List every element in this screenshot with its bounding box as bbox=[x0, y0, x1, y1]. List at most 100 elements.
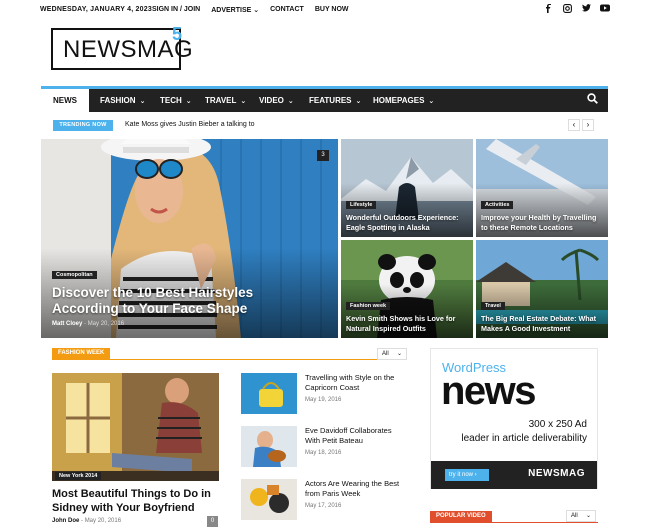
chevron-down-icon: ⌄ bbox=[585, 513, 591, 519]
comment-count[interactable]: 3 bbox=[317, 150, 329, 161]
facebook-icon[interactable] bbox=[543, 4, 553, 15]
category-badge[interactable]: Cosmopolitan bbox=[52, 271, 97, 279]
youtube-icon[interactable] bbox=[600, 4, 610, 15]
list-item-thumbnail[interactable] bbox=[241, 479, 297, 520]
hero-title-line: According to Your Face Shape bbox=[52, 301, 248, 316]
featured-article-image[interactable]: New York 2014 bbox=[52, 373, 219, 481]
list-item[interactable]: Eve Davidoff Collaborates With Petit Bate… bbox=[305, 426, 415, 456]
tile-title[interactable]: Improve your Health by Travelling to the… bbox=[481, 213, 596, 232]
tile-title[interactable]: Kevin Smith Shows his Love for Natural I… bbox=[346, 314, 455, 333]
tile-title[interactable]: The Big Real Estate Debate: What Makes A… bbox=[481, 314, 596, 333]
top-links: SIGN IN / JOIN ADVERTISE ⌄ CONTACT BUY N… bbox=[152, 6, 349, 14]
hero-tile[interactable]: Lifestyle Wonderful Outdoors Experience:… bbox=[341, 139, 473, 237]
twitter-icon[interactable] bbox=[581, 4, 591, 15]
trending-headline[interactable]: Kate Moss gives Justin Bieber a talking … bbox=[125, 121, 255, 128]
category-badge[interactable]: Lifestyle bbox=[346, 201, 377, 209]
popular-filter-select[interactable]: All ⌄ bbox=[566, 510, 596, 522]
author-name[interactable]: John Doe bbox=[52, 518, 79, 524]
ad-headline: news bbox=[441, 369, 537, 413]
tile-title-line: Improve your Health by Travelling bbox=[481, 213, 597, 222]
list-item[interactable]: Travelling with Style on the Capricorn Co… bbox=[305, 373, 415, 403]
hero-tile[interactable]: Activities Improve your Health by Travel… bbox=[476, 139, 608, 237]
nav-item-fashion[interactable]: FASHION ⌄ bbox=[100, 89, 145, 112]
list-item-title: Travelling with Style on the Capricorn Co… bbox=[305, 373, 415, 393]
nav-item-tech[interactable]: TECH ⌄ bbox=[160, 89, 192, 112]
title-line: With Petit Bateau bbox=[305, 436, 363, 445]
chevron-right-icon[interactable]: › bbox=[582, 119, 594, 131]
post-date: May 17, 2016 bbox=[305, 503, 342, 509]
contact-link[interactable]: CONTACT bbox=[270, 6, 304, 14]
social-links bbox=[543, 4, 610, 15]
chevron-down-icon: ⌄ bbox=[185, 98, 192, 105]
hero-title[interactable]: Discover the 10 Best Hairstyles Accordin… bbox=[52, 285, 253, 317]
title-line: Eve Davidoff Collaborates bbox=[305, 426, 392, 435]
section-divider bbox=[430, 522, 598, 523]
site-logo[interactable]: NEWSMAG 5 bbox=[51, 24, 193, 70]
featured-title-line: Sidney with Your Boyfriend bbox=[52, 502, 195, 514]
popular-video-badge[interactable]: POPULAR VIDEO bbox=[430, 511, 492, 522]
nav-item-features[interactable]: FEATURES ⌄ bbox=[309, 89, 361, 112]
list-item-thumbnail[interactable] bbox=[241, 373, 297, 414]
hero-meta: Matt Cloey - May 20, 2016 bbox=[52, 321, 125, 327]
search-icon[interactable] bbox=[587, 93, 598, 107]
nav-item-video[interactable]: VIDEO ⌄ bbox=[259, 89, 294, 112]
nav-item-travel[interactable]: TRAVEL ⌄ bbox=[205, 89, 246, 112]
fashion-filter-select[interactable]: All ⌄ bbox=[377, 348, 407, 360]
advertise-menu[interactable]: ADVERTISE ⌄ bbox=[211, 6, 259, 14]
featured-title[interactable]: Most Beautiful Things to Do in Sidney wi… bbox=[52, 487, 232, 515]
category-badge[interactable]: Travel bbox=[481, 302, 505, 310]
chevron-down-icon: ⌄ bbox=[428, 98, 435, 105]
chevron-down-icon: ⌄ bbox=[139, 98, 146, 105]
nav-item-homepages[interactable]: HOMEPAGES ⌄ bbox=[373, 89, 434, 112]
thumbnail-image bbox=[241, 479, 297, 520]
hero-title-line: Discover the 10 Best Hairstyles bbox=[52, 285, 254, 300]
trending-badge: TRENDING NOW bbox=[53, 120, 113, 131]
comment-count[interactable]: 0 bbox=[207, 516, 218, 527]
category-badge[interactable]: Activities bbox=[481, 201, 514, 209]
thumbnail-image bbox=[241, 373, 297, 414]
tile-title[interactable]: Wonderful Outdoors Experience: Eagle Spo… bbox=[346, 213, 458, 232]
chevron-down-icon: ⌄ bbox=[287, 98, 294, 105]
tile-title-line: Makes A Good Investment bbox=[481, 323, 571, 333]
thumbnail-image bbox=[241, 426, 297, 467]
post-date: May 20, 2016 bbox=[87, 321, 125, 327]
hero-tile[interactable]: Travel The Big Real Estate Debate: What … bbox=[476, 240, 608, 338]
sign-in-link[interactable]: SIGN IN / JOIN bbox=[152, 6, 200, 14]
fashion-week-badge[interactable]: FASHION WEEK bbox=[52, 348, 111, 359]
nav-label: TECH bbox=[160, 96, 182, 105]
chevron-down-icon: ⌄ bbox=[355, 98, 362, 105]
category-badge[interactable]: Fashion week bbox=[346, 302, 391, 310]
nav-label: HOMEPAGES bbox=[373, 96, 425, 105]
ad-cta-button[interactable]: try it now › bbox=[445, 469, 489, 481]
instagram-icon[interactable] bbox=[562, 4, 572, 15]
buy-now-link[interactable]: BUY NOW bbox=[315, 6, 349, 14]
featured-title-line: Most Beautiful Things to Do in bbox=[52, 488, 211, 500]
ad-tagline: leader in article deliverability bbox=[461, 433, 587, 444]
author-name[interactable]: Matt Cloey bbox=[52, 321, 82, 327]
nav-label: FASHION bbox=[100, 96, 136, 105]
tile-title-line: Wonderful Outdoors Experience: bbox=[346, 213, 459, 222]
title-line: Travelling with Style on the bbox=[305, 373, 395, 382]
list-item-thumbnail[interactable] bbox=[241, 426, 297, 467]
chevron-left-icon[interactable]: ‹ bbox=[568, 119, 580, 131]
title-line: Capricorn Coast bbox=[305, 383, 360, 392]
post-date: May 18, 2016 bbox=[305, 450, 342, 456]
nav-item-news[interactable]: NEWS bbox=[41, 89, 89, 112]
hero-main-article[interactable]: 3 Cosmopolitan Discover the 10 Best Hair… bbox=[41, 139, 338, 338]
tile-title-line: Kevin Smith Shows his Love for bbox=[346, 314, 456, 323]
chevron-down-icon: ⌄ bbox=[240, 98, 247, 105]
category-badge[interactable]: New York 2014 bbox=[55, 472, 102, 480]
ad-size: 300 x 250 Ad bbox=[528, 419, 587, 430]
ad-footer: try it now › NEWSMAG bbox=[431, 461, 597, 489]
filter-value: All bbox=[382, 351, 389, 357]
filter-value: All bbox=[571, 513, 578, 519]
nav-label: FEATURES bbox=[309, 96, 352, 105]
tile-title-line: to these Remote Locations bbox=[481, 222, 573, 232]
nav-label: TRAVEL bbox=[205, 96, 237, 105]
ad-banner[interactable]: WordPress news 300 x 250 Ad leader in ar… bbox=[430, 348, 598, 489]
featured-image bbox=[52, 373, 219, 481]
tile-title-line: Natural Inspired Outfits bbox=[346, 323, 426, 333]
list-item[interactable]: Actors Are Wearing the Best from Paris We… bbox=[305, 479, 415, 509]
hero-tile[interactable]: Fashion week Kevin Smith Shows his Love … bbox=[341, 240, 473, 338]
tile-title-line: Eagle Spotting in Alaska bbox=[346, 222, 430, 232]
